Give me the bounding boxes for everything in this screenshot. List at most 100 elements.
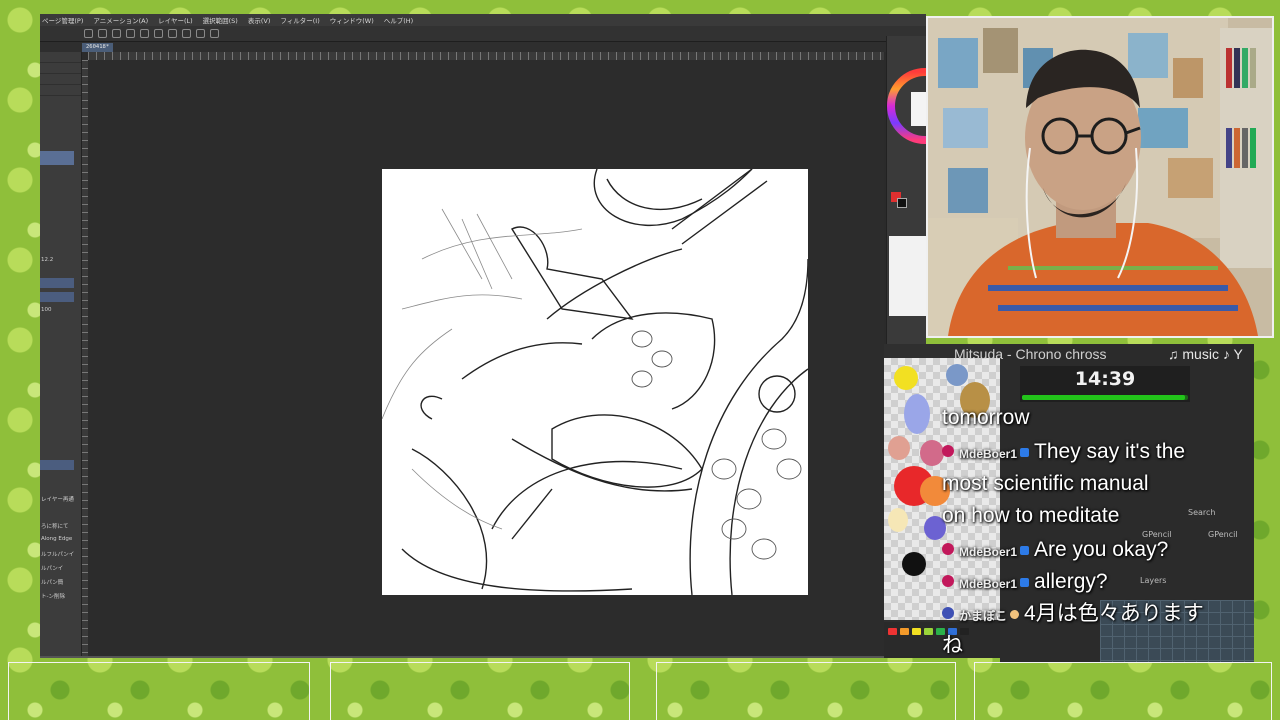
song-title: Mitsuda - Chrono chross <box>954 346 1107 362</box>
color-blob[interactable] <box>888 436 910 460</box>
color-chip[interactable] <box>924 628 933 635</box>
timer-value: 14:39 <box>1074 368 1136 390</box>
color-blob[interactable] <box>888 508 908 532</box>
chat-text: on how to meditate <box>942 504 1120 527</box>
sub-color-swatch[interactable] <box>897 198 907 208</box>
chat-line: most scientific manual <box>942 468 1242 500</box>
chat-line: MdeBoer1 They say it's the <box>942 436 1242 470</box>
subtool-label[interactable]: レイヤー再通 <box>41 495 74 503</box>
document-tabs: 260418* <box>40 42 926 52</box>
chat-line: MdeBoer1 Are you okay? <box>942 534 1242 568</box>
drawing-canvas[interactable] <box>382 169 808 595</box>
tool-property-panel: 12.2 100 レイヤー再通 ろに称にて Along Edge ルフルパンイ … <box>40 52 82 658</box>
menu-selection[interactable]: 選択範囲(S) <box>203 15 238 25</box>
clip-studio-window: ページ管理(P) アニメーション(A) レイヤー(L) 選択範囲(S) 表示(V… <box>40 14 963 658</box>
timer-progress <box>1022 395 1185 400</box>
webcam-feed <box>926 16 1274 338</box>
color-chip[interactable] <box>888 628 897 635</box>
mod-badge-icon <box>1020 546 1030 555</box>
mod-badge-icon <box>1020 578 1030 587</box>
horizontal-ruler <box>88 52 884 60</box>
sketch-drawing <box>382 169 808 595</box>
check-icon[interactable] <box>196 29 205 38</box>
chat-text: allergy? <box>1034 570 1108 593</box>
user-avatar <box>942 607 954 619</box>
chat-line: MdeBoer1 allergy? <box>942 566 1242 600</box>
subtool-label[interactable]: Along Edge <box>41 536 72 542</box>
menu-animation[interactable]: アニメーション(A) <box>93 15 148 25</box>
menu-filter[interactable]: フィルター(I) <box>280 15 319 25</box>
now-playing: Mitsuda - Chrono chross ♫ music ♪ Y <box>954 344 1254 364</box>
brush-size-value: 12.2 <box>41 257 54 263</box>
subtool-selected[interactable] <box>40 460 74 470</box>
color-blob[interactable] <box>946 364 968 386</box>
chat-line: かまぼこ 4月は色々あります <box>942 598 1242 632</box>
user-avatar <box>942 575 954 587</box>
chat-username: MdeBoer1 <box>959 447 1018 461</box>
panel-row[interactable] <box>40 63 81 74</box>
color-blob[interactable] <box>920 440 944 466</box>
redo-icon[interactable] <box>140 29 149 38</box>
brush-option-chip[interactable] <box>40 292 74 302</box>
menu-help[interactable]: ヘルプ(H) <box>384 15 413 25</box>
chat-text: tomorrow <box>942 406 1030 429</box>
document-tab[interactable]: 260418* <box>82 43 114 52</box>
chat-line: on how to meditate <box>942 500 1242 532</box>
menu-window[interactable]: ウィンドウ(W) <box>330 15 374 25</box>
undo-icon[interactable] <box>126 29 135 38</box>
color-wheel[interactable] <box>887 36 963 146</box>
open-file-icon[interactable] <box>98 29 107 38</box>
brush-option-chip[interactable] <box>40 278 74 288</box>
color-blob[interactable] <box>894 366 918 390</box>
chat-text: Are you okay? <box>1034 538 1169 561</box>
subtool-label[interactable]: ルパン簡 <box>41 578 63 586</box>
chat-username: MdeBoer1 <box>959 577 1018 591</box>
menu-page[interactable]: ページ管理(P) <box>42 15 83 25</box>
chat-text: 4月は色々あります <box>1024 602 1204 625</box>
menu-view[interactable]: 表示(V) <box>248 15 271 25</box>
transform-icon[interactable] <box>210 29 219 38</box>
settings-icon[interactable] <box>154 29 163 38</box>
panel-row[interactable] <box>40 52 81 63</box>
subtool-label[interactable]: ルフルパンイ <box>41 550 74 558</box>
chat-username: MdeBoer1 <box>959 545 1018 559</box>
user-avatar <box>942 445 954 457</box>
chat-line: ね <box>942 630 1242 662</box>
chat-text: most scientific manual <box>942 472 1149 495</box>
streamer-photo <box>928 18 1272 336</box>
color-blob[interactable] <box>902 552 926 576</box>
user-avatar <box>942 543 954 555</box>
chat-line: tomorrow <box>942 402 1242 434</box>
command-bar <box>40 26 926 42</box>
panel-row[interactable] <box>40 74 81 85</box>
overlay-frame <box>974 662 1272 720</box>
new-file-icon[interactable] <box>84 29 93 38</box>
menu-bar: ページ管理(P) アニメーション(A) レイヤー(L) 選択範囲(S) 表示(V… <box>40 14 926 26</box>
horizontal-scrollbar[interactable] <box>40 656 926 658</box>
bucket-icon[interactable] <box>168 29 177 38</box>
stream-timer: 14:39 <box>1020 366 1190 402</box>
color-blob[interactable] <box>904 394 930 434</box>
color-chip[interactable] <box>912 628 921 635</box>
music-label: ♫ music ♪ Y <box>1168 346 1243 362</box>
overlay-frame <box>8 662 310 720</box>
color-chip[interactable] <box>900 628 909 635</box>
overlay-frame <box>330 662 630 720</box>
canvas-area[interactable] <box>88 60 884 656</box>
opacity-value: 100 <box>41 307 52 313</box>
clear-icon[interactable] <box>182 29 191 38</box>
emoji-icon <box>1010 610 1020 619</box>
selected-tool-row[interactable] <box>40 151 74 165</box>
subtool-label[interactable]: ろに称にて <box>41 522 69 530</box>
chat-username: かまぼこ <box>959 609 1008 623</box>
panel-row[interactable] <box>40 85 81 96</box>
overlay-frame <box>656 662 956 720</box>
menu-layer[interactable]: レイヤー(L) <box>158 15 193 25</box>
subtool-label[interactable]: ト-ン削除 <box>41 592 65 600</box>
subtool-label[interactable]: ルパンイ <box>41 564 63 572</box>
save-icon[interactable] <box>112 29 121 38</box>
navigator-thumbnail[interactable] <box>889 236 927 316</box>
chat-text: ね <box>942 634 963 657</box>
bottom-frame-strip <box>0 660 1280 720</box>
mod-badge-icon <box>1020 448 1030 457</box>
